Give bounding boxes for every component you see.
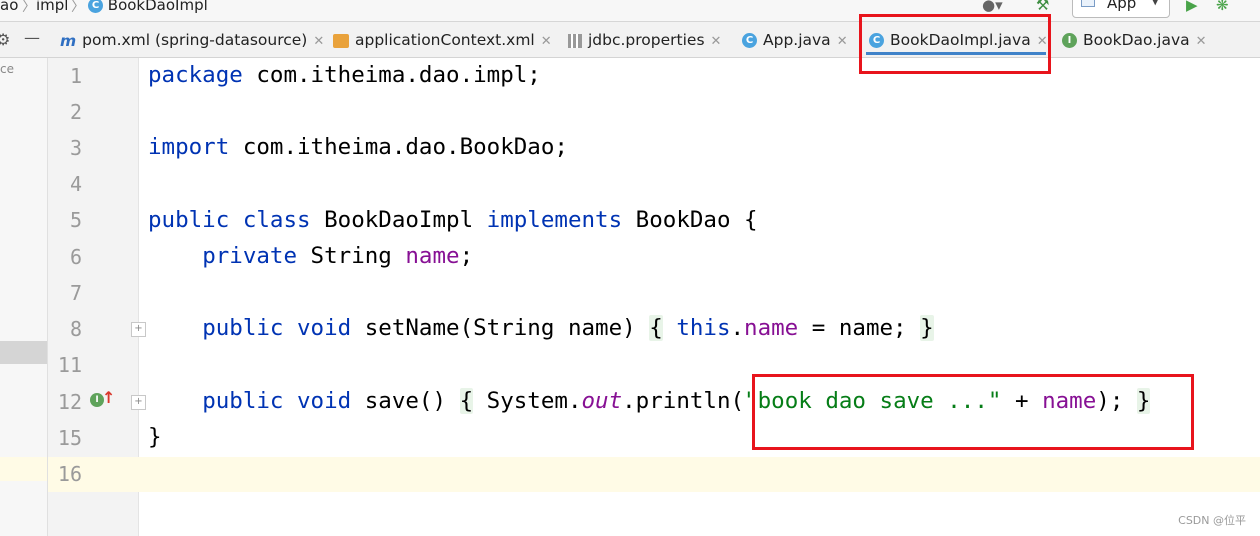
code-line-6: private String name; bbox=[202, 243, 474, 269]
breadcrumb-item-class[interactable]: C BookDaoImpl bbox=[88, 0, 208, 14]
class-icon: C bbox=[742, 33, 757, 48]
editor-tab-bar: ⚙ — m pom.xml (spring-datasource) ✕ applic… bbox=[0, 22, 1260, 58]
collapse-icon[interactable]: — bbox=[24, 28, 40, 47]
gear-icon[interactable]: ⚙ bbox=[0, 30, 10, 49]
current-line-marker bbox=[0, 457, 47, 481]
maven-icon: m bbox=[60, 31, 77, 50]
fold-brace-open: { bbox=[459, 388, 474, 414]
tab-label: applicationContext.xml bbox=[355, 31, 535, 49]
line-number: 5 bbox=[69, 208, 82, 232]
tab-label: jdbc.properties bbox=[588, 31, 705, 49]
interface-icon: I bbox=[1062, 33, 1077, 48]
code-line-5: public class BookDaoImpl implements Book… bbox=[148, 207, 758, 233]
tab-label: pom.xml (spring-datasource) bbox=[82, 31, 308, 49]
line-number: 3 bbox=[69, 136, 82, 160]
close-icon[interactable]: ✕ bbox=[1196, 34, 1207, 49]
line-number: 4 bbox=[69, 172, 82, 196]
code-line-8: public void setName(String name) { this.… bbox=[202, 315, 934, 341]
class-icon: C bbox=[88, 0, 103, 13]
breadcrumb-item-dao[interactable]: ao bbox=[0, 0, 18, 14]
run-config-label: App bbox=[1107, 0, 1137, 12]
xml-icon bbox=[333, 33, 349, 48]
close-icon[interactable]: ✕ bbox=[837, 34, 848, 49]
line-number: 8 bbox=[69, 317, 82, 341]
line-number: 16 bbox=[57, 462, 82, 486]
code-line-15: } bbox=[148, 424, 162, 450]
annotation-box-code bbox=[752, 374, 1194, 450]
line-number: 6 bbox=[69, 245, 82, 269]
close-icon[interactable]: ✕ bbox=[541, 34, 552, 49]
run-config-select[interactable]: App ▼ bbox=[1072, 0, 1170, 18]
fold-expand-icon[interactable]: + bbox=[131, 322, 146, 337]
user-icon[interactable]: ●▾ bbox=[982, 0, 1003, 14]
chevron-down-icon: ▼ bbox=[1151, 0, 1160, 7]
debug-icon[interactable]: ❋ bbox=[1216, 0, 1229, 14]
line-number: 11 bbox=[57, 353, 82, 377]
annotation-box-tab bbox=[859, 14, 1051, 74]
build-hammer-icon[interactable]: ⚒ bbox=[1036, 0, 1049, 14]
breadcrumb-separator: 〉 bbox=[22, 0, 36, 15]
line-number: 12 bbox=[57, 390, 82, 414]
fold-brace-open: { bbox=[649, 315, 663, 341]
properties-icon bbox=[568, 33, 582, 48]
fold-brace-close: } bbox=[920, 315, 934, 341]
tab-label: App.java bbox=[763, 31, 831, 49]
watermark: CSDN @位平 bbox=[1178, 514, 1246, 527]
tab-application-context[interactable]: applicationContext.xml ✕ bbox=[333, 22, 552, 57]
project-selection-highlight bbox=[0, 341, 47, 364]
close-icon[interactable]: ✕ bbox=[313, 34, 324, 49]
tab-label: BookDao.java bbox=[1083, 31, 1190, 49]
current-line-highlight bbox=[48, 457, 1260, 492]
fold-expand-icon[interactable]: + bbox=[131, 395, 146, 410]
breadcrumb-item-impl[interactable]: impl bbox=[36, 0, 68, 14]
close-icon[interactable]: ✕ bbox=[711, 34, 722, 49]
line-number: 1 bbox=[69, 64, 82, 88]
tab-app-java[interactable]: C App.java ✕ bbox=[742, 22, 848, 57]
code-line-1: package com.itheima.dao.impl; bbox=[148, 62, 541, 88]
tab-jdbc-properties[interactable]: jdbc.properties ✕ bbox=[568, 22, 721, 57]
line-number: 2 bbox=[69, 100, 82, 124]
run-icon[interactable]: ▶ bbox=[1186, 0, 1198, 14]
breadcrumb-separator: 〉 bbox=[71, 0, 85, 15]
line-number: 15 bbox=[57, 426, 82, 450]
tab-pom-xml[interactable]: m pom.xml (spring-datasource) ✕ bbox=[60, 22, 324, 57]
breadcrumb-class-label: BookDaoImpl bbox=[107, 0, 208, 14]
code-line-3: import com.itheima.dao.BookDao; bbox=[148, 134, 568, 160]
project-panel-label: ce bbox=[0, 62, 14, 76]
navigate-up-arrow-icon[interactable]: ↑ bbox=[102, 388, 115, 407]
line-number: 7 bbox=[69, 281, 82, 305]
breadcrumb: ao 〉 impl 〉 C BookDaoImpl ●▾ ⚒ App ▼ ▶ ❋ bbox=[0, 0, 1260, 22]
app-config-icon bbox=[1081, 0, 1095, 7]
tab-bookdao-java[interactable]: I BookDao.java ✕ bbox=[1062, 22, 1207, 57]
